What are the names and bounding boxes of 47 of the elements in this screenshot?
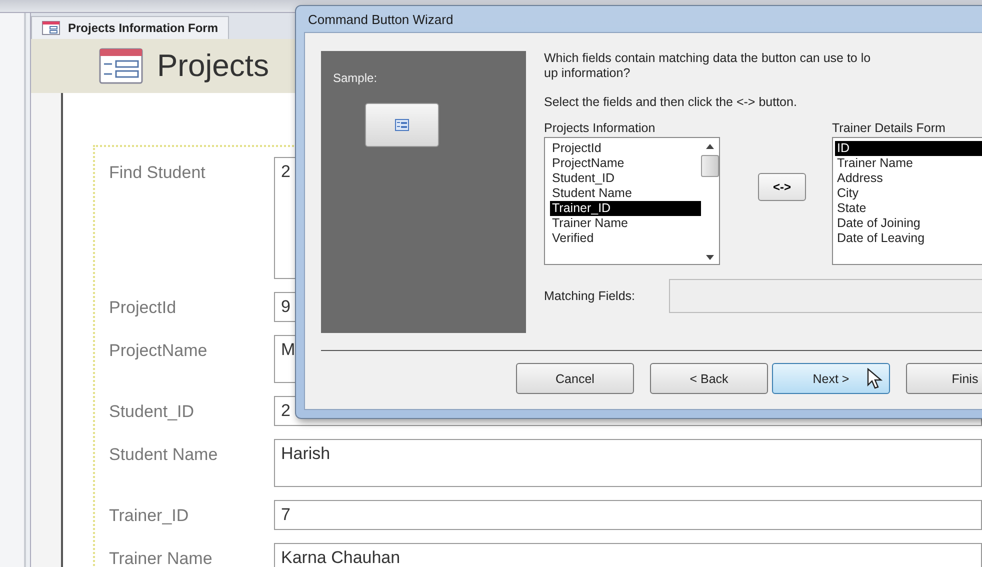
scroll-thumb[interactable] — [701, 155, 719, 177]
text-field[interactable]: Karna Chauhan — [274, 543, 982, 567]
list-item[interactable]: Student Name — [550, 186, 701, 201]
pointer-cursor-icon — [867, 368, 883, 390]
form-icon — [42, 21, 60, 35]
matching-fields-label: Matching Fields: — [544, 289, 636, 303]
dialog-title: Command Button Wizard — [307, 11, 454, 29]
record-selector[interactable] — [31, 93, 63, 567]
question-text: up information? — [544, 66, 632, 81]
question-text: Which fields contain matching data the button can use to lo — [544, 51, 872, 66]
sample-label: Sample: — [333, 71, 378, 85]
list-item[interactable]: Address — [835, 171, 982, 186]
wizard-button[interactable]: Cancel — [516, 363, 634, 394]
scroll-down-icon[interactable] — [706, 255, 714, 260]
field-label: Trainer_ID — [109, 505, 190, 526]
list-item[interactable]: City — [835, 186, 982, 201]
list-title: Trainer Details Form — [832, 120, 946, 137]
swap-button[interactable]: <-> — [758, 173, 806, 201]
field-label: ProjectId — [109, 297, 178, 318]
list-item[interactable]: Trainer_ID — [550, 201, 701, 216]
field-label: Trainer Name — [109, 548, 214, 567]
wizard-button[interactable]: Next > — [772, 363, 890, 394]
list-title: Projects Information — [544, 120, 656, 137]
list-item[interactable]: ProjectId — [550, 141, 701, 156]
list-item[interactable]: Trainer Name — [835, 156, 982, 171]
field-label: ProjectName — [109, 340, 208, 361]
form-title: Projects — [157, 48, 269, 84]
field-label: Student Name — [109, 444, 219, 465]
text-field[interactable]: Harish — [274, 439, 982, 487]
text-field[interactable]: 7 — [274, 500, 982, 530]
wizard-button[interactable]: < Back — [650, 363, 768, 394]
field-label: Find Student — [109, 162, 206, 183]
form-tab[interactable]: Projects Information Form — [31, 16, 230, 39]
wizard-button[interactable]: Finis — [906, 363, 982, 394]
list-item[interactable]: Date of Leaving — [835, 231, 982, 246]
list-item[interactable]: Verified — [550, 231, 701, 246]
list-item[interactable]: ID — [835, 141, 982, 156]
list-item[interactable]: ProjectName — [550, 156, 701, 171]
field-label: Student_ID — [109, 401, 196, 422]
list-item[interactable]: Date of Joining — [835, 216, 982, 231]
instruction-text: Select the fields and then click the <-> button. — [544, 95, 798, 109]
list-item[interactable]: Trainer Name — [550, 216, 701, 231]
scroll-up-icon[interactable] — [706, 144, 714, 149]
form-icon — [99, 48, 143, 84]
list-item[interactable]: State — [835, 201, 982, 216]
list-item[interactable]: Student_ID — [550, 171, 701, 186]
form-icon — [395, 119, 409, 131]
